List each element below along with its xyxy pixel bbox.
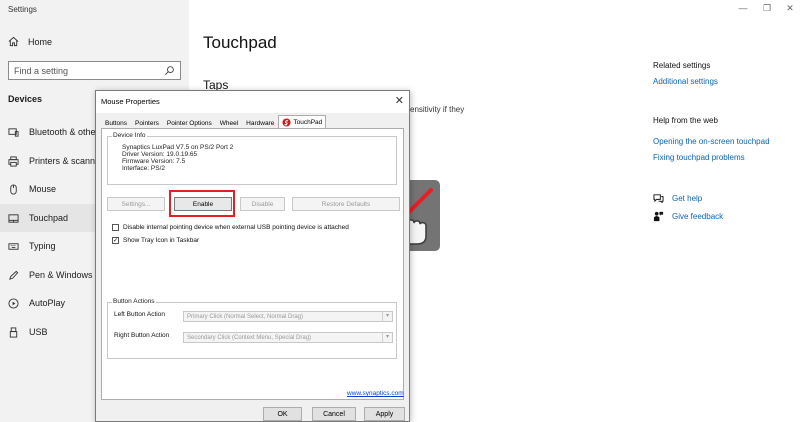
dialog-close-button[interactable]: ✕ — [395, 94, 404, 107]
search-field[interactable] — [8, 61, 181, 80]
feedback-icon — [653, 211, 664, 222]
help-link-onscreen-touchpad[interactable]: Opening the on-screen touchpad — [653, 137, 770, 146]
firmware-version: Firmware Version: 7.5 — [122, 158, 186, 165]
dialog-titlebar: Mouse Properties ✕ — [96, 91, 409, 113]
mouse-icon — [10, 183, 17, 195]
right-button-action-label: Right Button Action — [114, 332, 170, 339]
restore-button[interactable]: ❐ — [761, 3, 773, 14]
get-help-link[interactable]: Get help — [653, 193, 702, 203]
usb-icon — [9, 326, 18, 338]
tab-touchpad-label: TouchPad — [293, 119, 323, 126]
close-button[interactable]: ✕ — [784, 3, 796, 14]
tray-icon-checkbox[interactable]: ✓ — [112, 237, 119, 244]
driver-version: Driver Version: 19.0.19.65 — [122, 151, 198, 158]
chevron-down-icon: ▾ — [382, 333, 392, 342]
pen-icon — [9, 270, 19, 280]
touchpad-tab-panel: Device Info Synaptics LuxPad V7.5 on PS/… — [101, 128, 404, 400]
related-settings-heading: Related settings — [653, 61, 711, 70]
disable-internal-checkbox[interactable] — [112, 224, 119, 231]
left-button-action-select[interactable]: Primary Click (Normal Select, Normal Dra… — [183, 311, 393, 322]
search-input[interactable] — [9, 62, 159, 79]
enable-highlight-box — [169, 190, 235, 217]
autoplay-icon — [8, 297, 19, 309]
tray-icon-label: Show Tray Icon in Taskbar — [123, 237, 200, 244]
touchpad-icon — [8, 213, 19, 223]
restore-defaults-button[interactable]: Restore Defaults — [292, 197, 400, 211]
settings-button[interactable]: Settings... — [107, 197, 165, 211]
device-info-label: Device Info — [112, 132, 147, 139]
get-help-label: Get help — [672, 193, 703, 203]
right-button-action-value: Secondary Click (Context Menu, Special D… — [187, 335, 312, 341]
minimize-button[interactable]: — — [737, 3, 749, 13]
section-devices: Devices — [8, 94, 43, 104]
help-link-fixing-touchpad[interactable]: Fixing touchpad problems — [653, 153, 745, 162]
page-title: Touchpad — [203, 33, 277, 52]
sidebar-item-label: Typing — [29, 241, 56, 251]
device-name: Synaptics LuxPad V7.5 on PS/2 Port 2 — [122, 144, 234, 151]
ok-button[interactable]: OK — [263, 407, 302, 421]
left-button-action-label: Left Button Action — [114, 311, 165, 318]
search-icon — [165, 66, 174, 75]
help-heading: Help from the web — [653, 116, 718, 125]
synaptics-logo-icon — [282, 118, 291, 127]
right-button-action-select[interactable]: Secondary Click (Context Menu, Special D… — [183, 332, 393, 343]
chat-help-icon — [653, 194, 664, 203]
additional-settings-link[interactable]: Additional settings — [653, 77, 718, 86]
dialog-tabs: Buttons Pointers Pointer Options Wheel H… — [101, 115, 327, 129]
dialog-title: Mouse Properties — [101, 97, 160, 106]
home-nav[interactable]: Home — [8, 36, 52, 47]
tab-touchpad[interactable]: TouchPad — [278, 115, 327, 129]
apply-button[interactable]: Apply — [364, 407, 405, 421]
sidebar-item-label: Mouse — [29, 184, 57, 194]
button-actions-label: Button Actions — [112, 298, 156, 305]
disable-button[interactable]: Disable — [240, 197, 285, 211]
disable-internal-checkbox-row[interactable]: Disable internal pointing device when ex… — [112, 224, 349, 231]
left-button-action-value: Primary Click (Normal Select, Normal Dra… — [187, 314, 304, 320]
disable-internal-label: Disable internal pointing device when ex… — [123, 224, 349, 231]
home-icon — [8, 36, 19, 47]
sidebar-item-label: Touchpad — [29, 213, 69, 223]
printer-icon — [8, 155, 19, 167]
cancel-button[interactable]: Cancel — [312, 407, 356, 421]
sensitivity-text-fragment: ensitivity if they — [410, 105, 465, 114]
bluetooth-device-icon — [8, 127, 19, 137]
give-feedback-label: Give feedback — [672, 212, 724, 221]
app-title: Settings — [8, 5, 37, 14]
sidebar-item-label: AutoPlay — [29, 298, 66, 308]
keyboard-icon — [8, 242, 19, 250]
home-label: Home — [28, 36, 53, 47]
interface-type: Interface: PS/2 — [122, 165, 165, 172]
mouse-properties-dialog: Mouse Properties ✕ Buttons Pointers Poin… — [95, 90, 410, 422]
synaptics-link[interactable]: www.synaptics.com — [347, 390, 404, 397]
tray-icon-checkbox-row[interactable]: ✓ Show Tray Icon in Taskbar — [112, 237, 199, 244]
chevron-down-icon: ▾ — [382, 312, 392, 321]
give-feedback-link[interactable]: Give feedback — [653, 211, 723, 222]
sidebar-item-label: USB — [29, 327, 48, 337]
